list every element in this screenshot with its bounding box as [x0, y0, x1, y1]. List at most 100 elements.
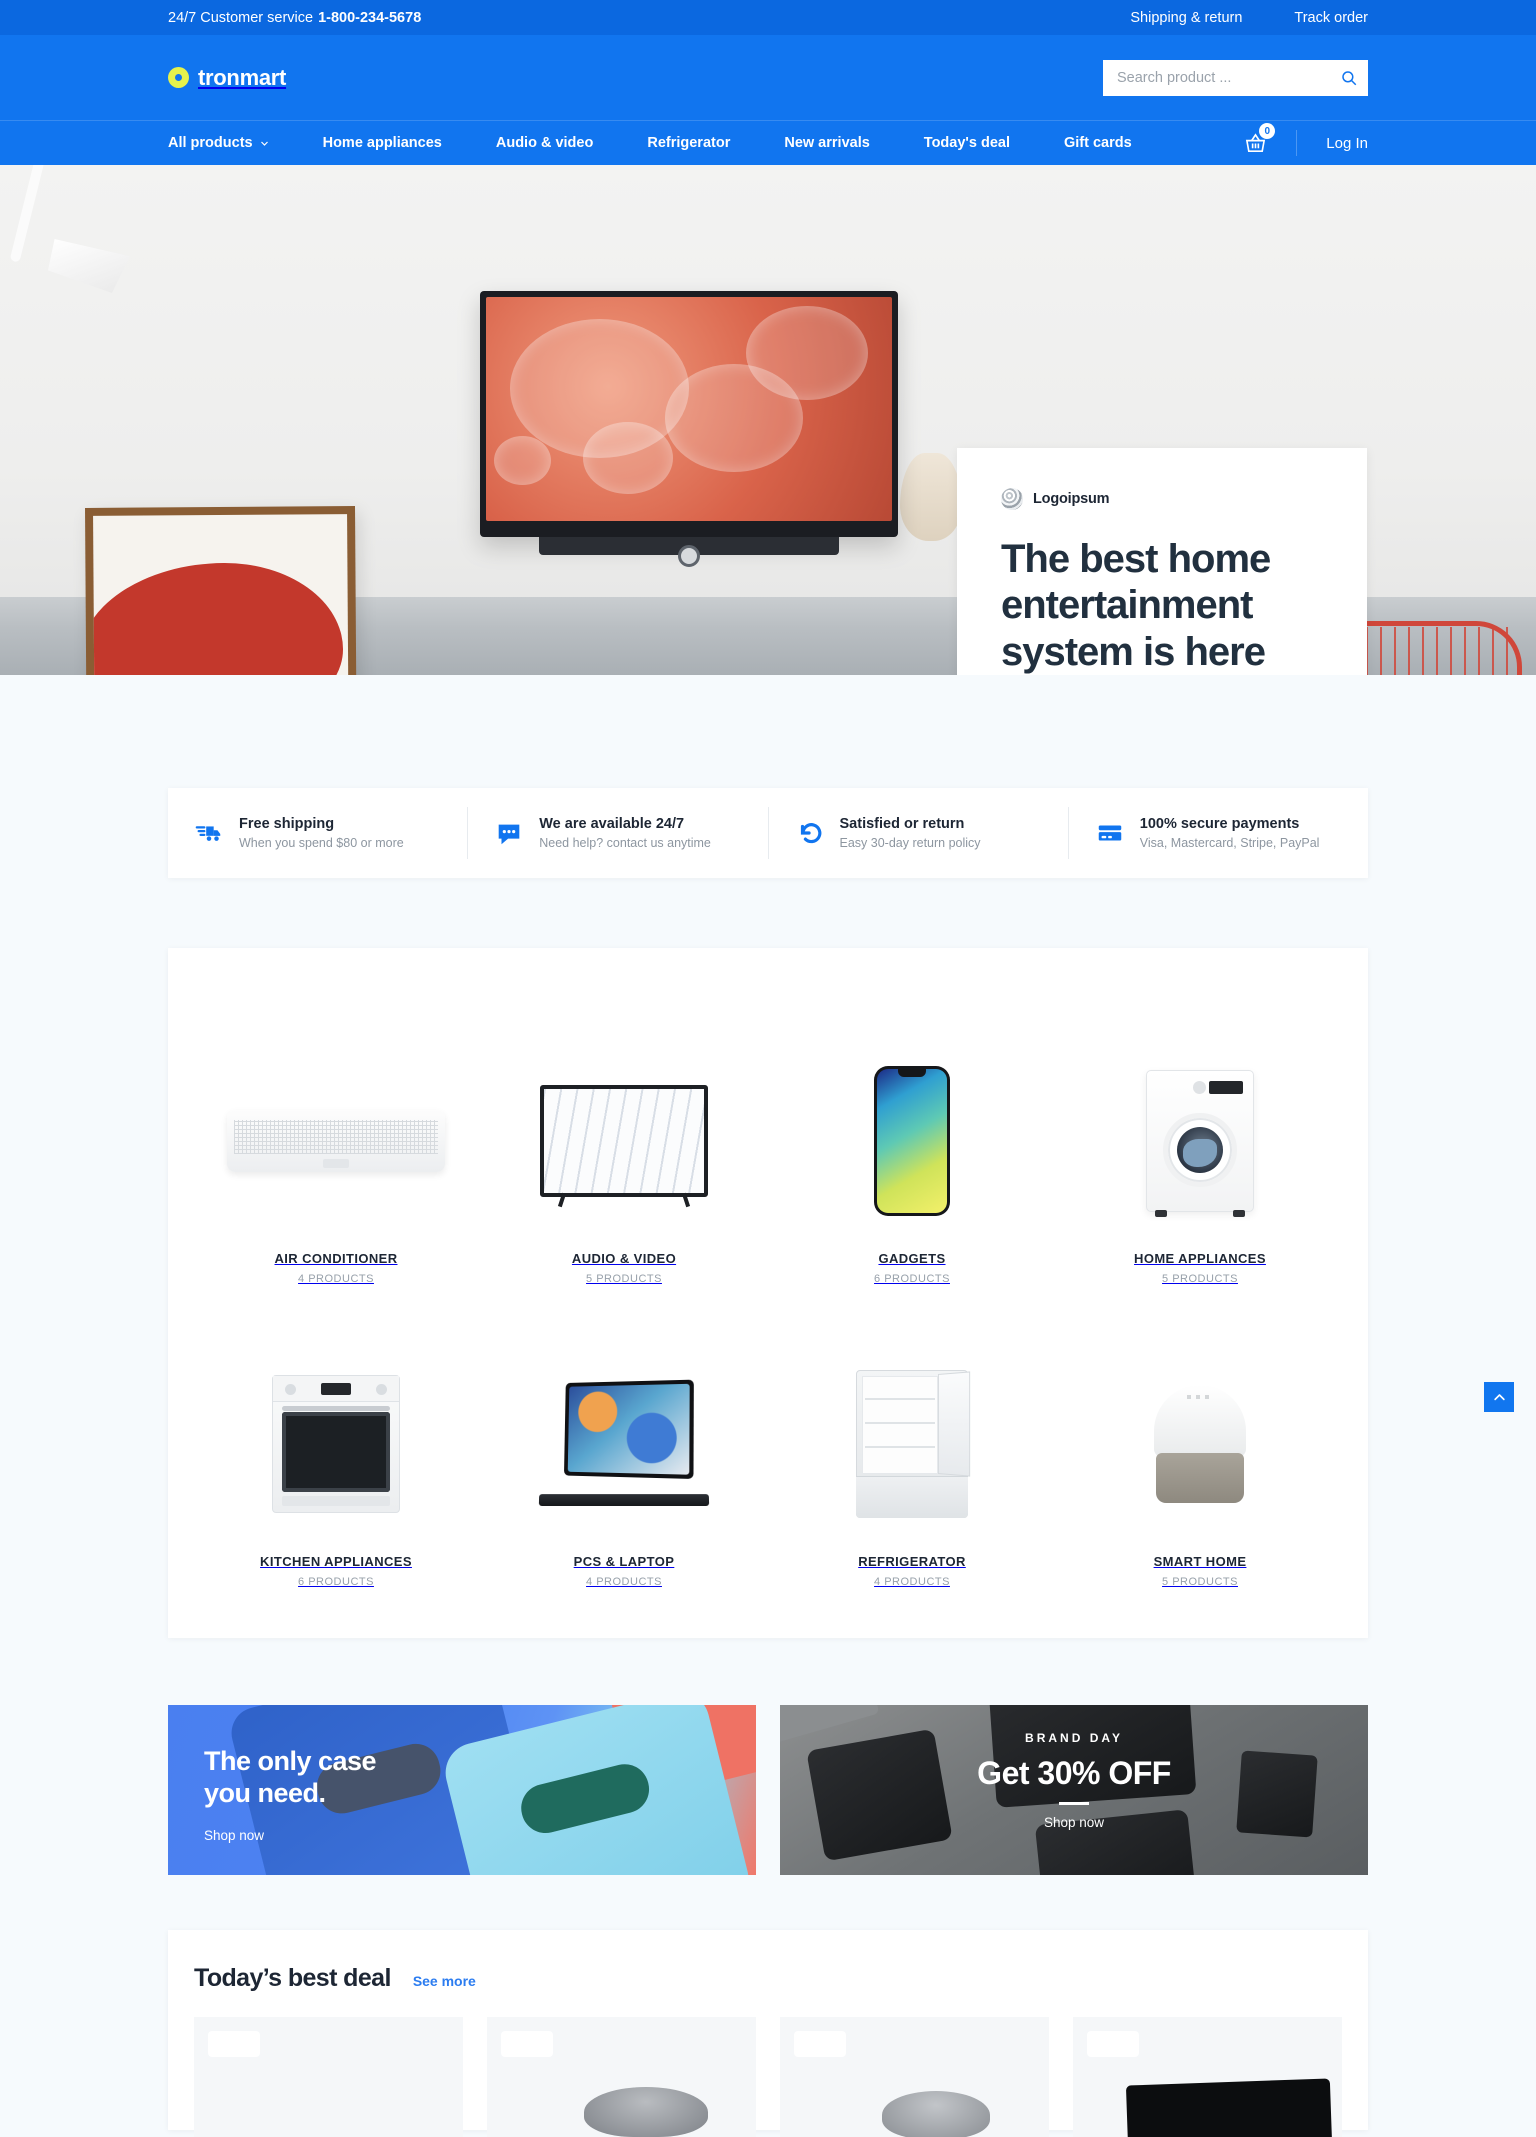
hero-promo-card: Logoipsum The best home entertainment sy… — [957, 448, 1367, 675]
category-card-home-appliances[interactable]: HOME APPLIANCES 5 PRODUCTS — [1056, 982, 1344, 1285]
customer-service-label: 24/7 Customer service — [168, 9, 314, 26]
deal-badge — [794, 2031, 846, 2057]
topbar-links: Shipping & return Track order — [1130, 10, 1368, 26]
shipping-return-link[interactable]: Shipping & return — [1130, 10, 1242, 26]
promo-left-cta[interactable]: Shop now — [204, 1828, 264, 1843]
nav-item-refrigerator[interactable]: Refrigerator — [647, 135, 730, 151]
washing-machine-image — [1056, 1048, 1344, 1233]
air-conditioner-image — [192, 1048, 480, 1233]
search-icon[interactable] — [1340, 69, 1358, 87]
brand-logo[interactable]: tronmart — [168, 65, 286, 91]
nav-item-gift-cards[interactable]: Gift cards — [1064, 135, 1132, 151]
deal-badge — [208, 2031, 260, 2057]
chat-bubble-icon — [498, 824, 520, 845]
deal-card[interactable] — [194, 2017, 463, 2137]
oven-image — [192, 1351, 480, 1536]
nav-item-home-appliances[interactable]: Home appliances — [323, 135, 442, 151]
category-count: 5 PRODUCTS — [586, 1273, 662, 1285]
deal-product-image — [583, 2086, 708, 2137]
brand-name: tronmart — [198, 64, 287, 90]
promo-left-title-line1: The only case — [204, 1746, 377, 1776]
category-name: AUDIO & VIDEO — [571, 1251, 677, 1266]
smartphone-image — [768, 1048, 1056, 1233]
credit-card-icon — [1098, 825, 1121, 841]
truck-icon — [195, 826, 221, 841]
deals-title: Today’s best deal — [194, 1964, 391, 1992]
feature-available-247: We are available 24/7 Need help? contact… — [467, 807, 767, 859]
nav-item-todays-deal[interactable]: Today's deal — [924, 135, 1010, 151]
category-name: KITCHEN APPLIANCES — [260, 1554, 412, 1569]
login-link[interactable]: Log In — [1326, 135, 1368, 152]
promo-banner-phone-cases[interactable]: The only case you need. Shop now — [168, 1705, 756, 1875]
category-name: SMART HOME — [1153, 1554, 1247, 1569]
nav-item-new-arrivals[interactable]: New arrivals — [784, 135, 869, 151]
logoipsum-label: Logoipsum — [1033, 491, 1110, 507]
deal-card-row — [194, 2017, 1342, 2137]
category-grid: AIR CONDITIONER 4 PRODUCTS AUDIO & VIDEO… — [168, 948, 1368, 1638]
category-name: AIR CONDITIONER — [274, 1251, 398, 1266]
customer-service-info: 24/7 Customer service 1-800-234-5678 — [168, 10, 421, 26]
customer-service-phone[interactable]: 1-800-234-5678 — [318, 10, 421, 26]
promo-right-divider — [1059, 1802, 1089, 1805]
feature-subtitle: Need help? contact us anytime — [539, 836, 711, 850]
category-name: HOME APPLIANCES — [1134, 1251, 1266, 1266]
feature-secure-payments: 100% secure payments Visa, Mastercard, S… — [1067, 807, 1368, 859]
deal-card[interactable] — [487, 2017, 756, 2137]
hero-framed-artwork — [85, 506, 357, 675]
chevron-down-icon — [260, 141, 268, 146]
laptop-image — [480, 1351, 768, 1536]
feature-free-shipping: Free shipping When you spend $80 or more — [168, 807, 467, 859]
search-box[interactable] — [1103, 59, 1368, 96]
category-count: 5 PRODUCTS — [1162, 1576, 1238, 1588]
promo-left-title-line2: you need. — [204, 1778, 326, 1809]
smart-speaker-image — [1056, 1351, 1344, 1536]
hero-banner: Logoipsum The best home entertainment sy… — [0, 165, 1536, 675]
category-card-gadgets[interactable]: GADGETS 6 PRODUCTS — [768, 982, 1056, 1285]
category-card-smart-home[interactable]: SMART HOME 5 PRODUCTS — [1056, 1285, 1344, 1588]
chevron-up-icon[interactable] — [1492, 1390, 1507, 1405]
category-card-refrigerator[interactable]: REFRIGERATOR 4 PRODUCTS — [768, 1285, 1056, 1588]
category-count: 6 PRODUCTS — [298, 1576, 374, 1588]
category-count: 4 PRODUCTS — [298, 1273, 374, 1285]
promo-banners: The only case you need. Shop now BRAND D… — [168, 1705, 1368, 1875]
site-header: tronmart — [0, 35, 1536, 120]
deal-card[interactable] — [1073, 2017, 1342, 2137]
logoipsum-mark-icon — [1001, 488, 1023, 510]
track-order-link[interactable]: Track order — [1294, 10, 1368, 26]
nav-right-actions: 0 Log In — [1244, 123, 1368, 156]
category-card-kitchen-appliances[interactable]: KITCHEN APPLIANCES 6 PRODUCTS — [192, 1285, 480, 1588]
nav-item-audio-video[interactable]: Audio & video — [496, 135, 593, 151]
search-input[interactable] — [1117, 69, 1340, 86]
deals-header: Today’s best deal See more — [194, 1964, 1342, 1993]
feature-title: 100% secure payments — [1139, 816, 1300, 832]
category-name: REFRIGERATOR — [858, 1554, 966, 1569]
cart-count-badge: 0 — [1259, 123, 1276, 139]
todays-best-deal-section: Today’s best deal See more — [168, 1930, 1368, 2137]
category-card-audio-video[interactable]: AUDIO & VIDEO 5 PRODUCTS — [480, 982, 768, 1285]
feature-subtitle: Visa, Mastercard, Stripe, PayPal — [1139, 836, 1320, 850]
feature-title: We are available 24/7 — [539, 816, 685, 832]
deal-badge — [501, 2031, 553, 2057]
nav-item-all-products[interactable]: All products — [168, 135, 269, 151]
deal-product-image — [882, 2091, 990, 2137]
category-count: 4 PRODUCTS — [874, 1576, 950, 1588]
feature-subtitle: Easy 30-day return policy — [839, 836, 981, 850]
deal-card[interactable] — [780, 2017, 1049, 2137]
promo-right-cta[interactable]: Shop now — [1044, 1815, 1104, 1830]
category-name: GADGETS — [878, 1251, 946, 1266]
nav-item-label: All products — [168, 135, 253, 151]
promo-banner-brand-day[interactable]: BRAND DAY Get 30% OFF Shop now — [780, 1705, 1368, 1875]
category-count: 5 PRODUCTS — [1162, 1273, 1238, 1285]
hero-vase — [900, 453, 962, 541]
nav-links: All products Home appliances Audio & vid… — [168, 135, 1132, 151]
feature-satisfied-or-return: Satisfied or return Easy 30-day return p… — [767, 807, 1068, 859]
hero-title: The best home entertainment system is he… — [1001, 537, 1271, 674]
scroll-to-top-button[interactable] — [1484, 1382, 1514, 1412]
category-card-air-conditioner[interactable]: AIR CONDITIONER 4 PRODUCTS — [192, 982, 480, 1285]
deals-see-more-link[interactable]: See more — [413, 1973, 476, 1989]
cart-button[interactable]: 0 — [1244, 123, 1298, 156]
promo-right-kicker: BRAND DAY — [1025, 1731, 1123, 1745]
category-card-pcs-laptop[interactable]: PCS & LAPTOP 4 PRODUCTS — [480, 1285, 768, 1588]
deal-product-image — [1125, 2078, 1333, 2137]
category-count: 4 PRODUCTS — [586, 1576, 662, 1588]
